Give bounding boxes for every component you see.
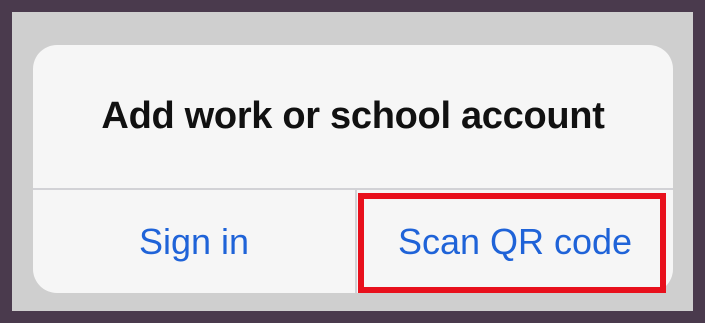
dialog-title: Add work or school account [101,95,605,137]
sign-in-button[interactable]: Sign in [33,190,355,293]
add-account-dialog: Add work or school account Sign in Scan … [33,45,673,293]
scan-qr-code-button[interactable]: Scan QR code [357,190,673,293]
